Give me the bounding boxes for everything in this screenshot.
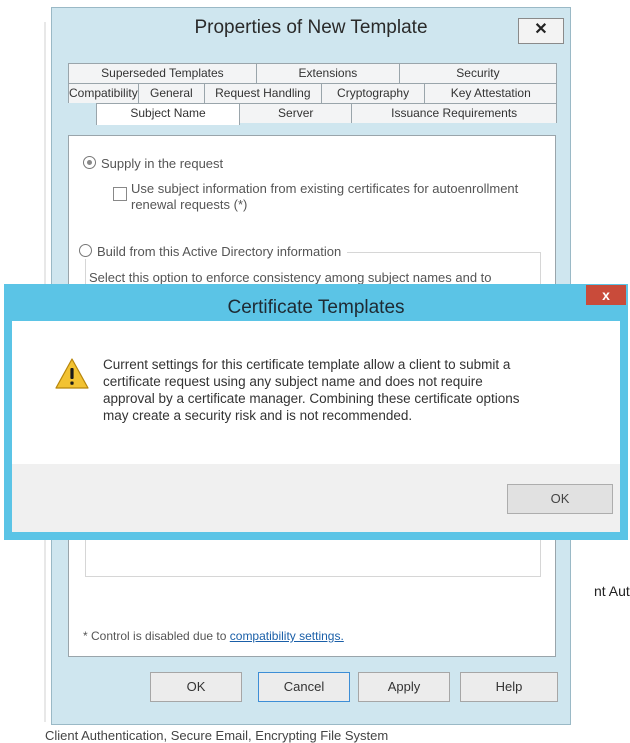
tab-strip: Superseded Templates Extensions Security… bbox=[68, 63, 557, 125]
message-line-2: certificate request using any subject na… bbox=[103, 374, 483, 389]
supply-radio[interactable] bbox=[83, 156, 96, 169]
build-from-ad-option[interactable]: Build from this Active Directory informa… bbox=[79, 244, 348, 259]
build-radio[interactable] bbox=[79, 244, 92, 257]
certificate-templates-dialog: Certificate Templates x Current settings… bbox=[4, 284, 628, 540]
compatibility-settings-link[interactable]: compatibility settings. bbox=[230, 629, 344, 643]
tab-general[interactable]: General bbox=[137, 83, 205, 103]
background-text-right: nt Authe bbox=[594, 583, 630, 599]
close-button[interactable]: ✕ bbox=[518, 18, 564, 44]
help-button[interactable]: Help bbox=[460, 672, 558, 702]
tab-key-attestation[interactable]: Key Attestation bbox=[424, 83, 557, 103]
use-subject-info-checkbox[interactable] bbox=[113, 187, 127, 201]
tab-issuance-requirements[interactable]: Issuance Requirements bbox=[351, 103, 557, 123]
supply-in-request-option[interactable]: Supply in the request bbox=[83, 156, 223, 171]
dialog-close-button[interactable]: x bbox=[586, 285, 626, 305]
message-line-1: Current settings for this certificate te… bbox=[103, 357, 511, 372]
tab-cryptography[interactable]: Cryptography bbox=[320, 83, 426, 103]
window-title: Properties of New Template bbox=[194, 17, 428, 38]
supply-label: Supply in the request bbox=[101, 156, 224, 171]
ok-button[interactable]: OK bbox=[150, 672, 242, 702]
message-line-4: may create a security risk and is not re… bbox=[103, 408, 413, 423]
tab-compatibility[interactable]: Compatibility bbox=[68, 83, 139, 103]
tab-subject-name[interactable]: Subject Name bbox=[96, 103, 241, 125]
tab-row-3: Subject Name Server Issuance Requirement… bbox=[68, 103, 557, 125]
footnote-text: * Control is disabled due to bbox=[83, 629, 230, 643]
tab-row-1: Superseded Templates Extensions Security bbox=[68, 63, 557, 83]
tab-extensions[interactable]: Extensions bbox=[255, 63, 400, 83]
message-line-3: approval by a certificate manager. Combi… bbox=[103, 391, 520, 406]
build-label: Build from this Active Directory informa… bbox=[97, 244, 342, 259]
select-option-text: Select this option to enforce consistenc… bbox=[89, 270, 492, 285]
tab-server[interactable]: Server bbox=[239, 103, 353, 123]
dialog-ok-button[interactable]: OK bbox=[507, 484, 613, 514]
tab-superseded-templates[interactable]: Superseded Templates bbox=[68, 63, 257, 83]
tab-security[interactable]: Security bbox=[398, 63, 557, 83]
warning-icon bbox=[55, 358, 89, 389]
cancel-button[interactable]: Cancel bbox=[258, 672, 350, 702]
footnote: * Control is disabled due to compatibili… bbox=[83, 629, 344, 643]
dialog-body: Current settings for this certificate te… bbox=[12, 321, 620, 532]
use-subject-info-label-line1: Use subject information from existing ce… bbox=[131, 181, 519, 196]
use-subject-info-label-line2: renewal requests (*) bbox=[131, 197, 248, 212]
tab-row-2: Compatibility General Request Handling C… bbox=[68, 83, 557, 103]
dialog-message: Current settings for this certificate te… bbox=[103, 356, 593, 424]
dialog-message-area: Current settings for this certificate te… bbox=[12, 321, 620, 464]
tab-request-handling[interactable]: Request Handling bbox=[203, 83, 322, 103]
background-text-bottom: Client Authentication, Secure Email, Enc… bbox=[45, 728, 389, 743]
dialog-title: Certificate Templates bbox=[227, 297, 405, 318]
apply-button[interactable]: Apply bbox=[358, 672, 450, 702]
